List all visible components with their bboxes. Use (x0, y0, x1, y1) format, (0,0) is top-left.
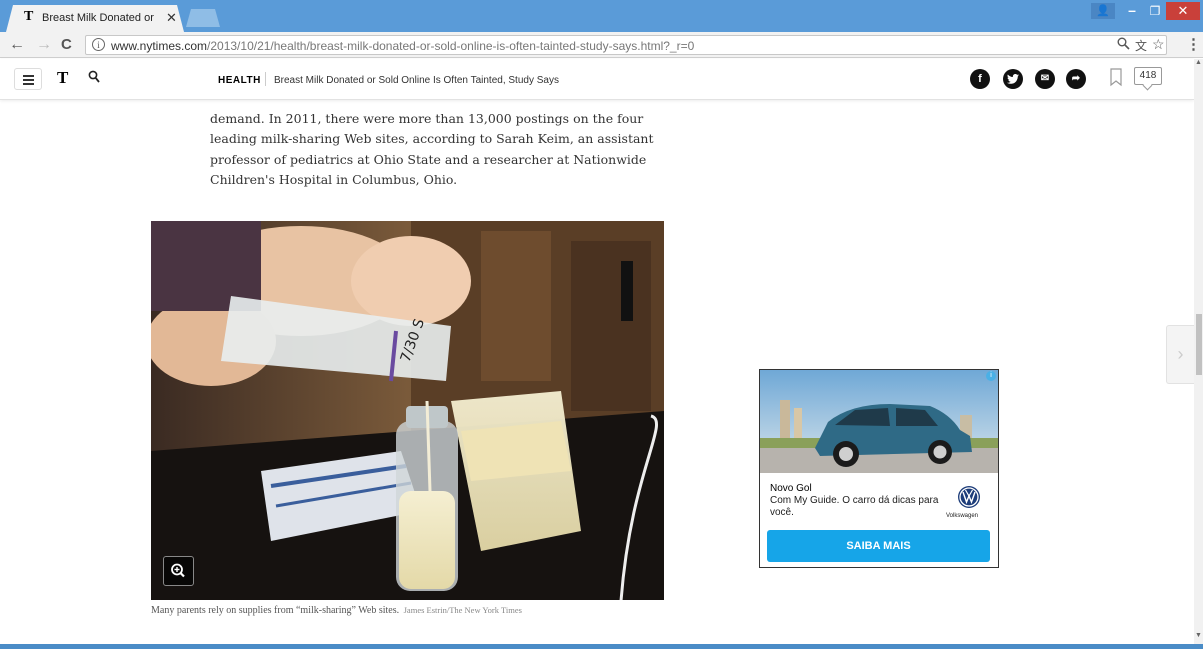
scrollbar-thumb[interactable] (1196, 314, 1202, 375)
nyt-favicon-icon: T (24, 9, 34, 24)
nyt-logo[interactable]: T (57, 68, 68, 88)
photo-credit: James Estrin/The New York Times (403, 605, 522, 615)
ad-brand-name: Volkswagen (946, 513, 979, 519)
url-text[interactable]: www.nytimes.com/2013/10/21/health/breast… (111, 39, 694, 53)
sections-menu-button[interactable] (14, 68, 42, 90)
browser-titlebar: T Breast Milk Donated or S ✕ 👤 – ❐ ✕ (0, 0, 1203, 32)
tab-title: Breast Milk Donated or S (42, 12, 156, 24)
zoom-icon[interactable] (1117, 37, 1130, 53)
translate-icon[interactable]: 文 (1135, 37, 1147, 54)
next-article-arrow[interactable]: › (1166, 325, 1194, 384)
article-paragraph: … … … … … … … … … … … … demand. In 2011,… (210, 88, 665, 191)
browser-tab-active[interactable]: T Breast Milk Donated or S ✕ (6, 5, 184, 32)
save-bookmark-icon[interactable] (1109, 68, 1123, 87)
user-profile-icon[interactable]: 👤 (1091, 3, 1115, 19)
site-info-icon[interactable]: i (92, 38, 105, 51)
url-domain: www.nytimes.com (111, 39, 208, 53)
search-icon[interactable] (88, 70, 100, 86)
forward-button[interactable]: → (36, 36, 52, 54)
ad-cta-button[interactable]: SAIBA MAIS (767, 530, 990, 562)
enlarge-photo-button[interactable] (163, 556, 194, 586)
advertisement[interactable]: i Novo Gol Com My Guide. O carro dá dica… (759, 369, 999, 568)
header-divider (265, 72, 266, 86)
ad-title: Novo Gol (770, 483, 812, 494)
bookmark-star-icon[interactable]: ☆ (1152, 36, 1165, 53)
paragraph-text: demand. In 2011, there were more than 13… (210, 110, 654, 188)
minimize-button[interactable]: – (1120, 2, 1144, 20)
reload-button[interactable]: C (61, 36, 72, 54)
os-taskbar-edge (0, 644, 1203, 649)
photo-caption: Many parents rely on supplies from “milk… (151, 605, 522, 616)
email-icon[interactable]: ✉ (1035, 69, 1055, 89)
article-photo[interactable]: 7/30 S (151, 221, 664, 600)
twitter-icon[interactable] (1003, 69, 1023, 89)
new-tab-button[interactable] (186, 9, 220, 27)
ad-description: Com My Guide. O carro dá dicas para você… (770, 495, 939, 518)
facebook-icon[interactable]: f (970, 69, 990, 89)
ad-car-image[interactable] (760, 370, 998, 473)
share-more-icon[interactable]: ➦ (1066, 69, 1086, 89)
close-window-button[interactable]: ✕ (1166, 2, 1200, 20)
header-article-title: Breast Milk Donated or Sold Online Is Of… (274, 75, 559, 86)
maximize-button[interactable]: ❐ (1144, 2, 1166, 20)
chrome-menu-icon[interactable]: ⋮ (1186, 35, 1201, 53)
volkswagen-logo-icon (957, 485, 981, 509)
ad-choices-icon[interactable]: i (986, 371, 996, 381)
address-bar[interactable]: i www.nytimes.com/2013/10/21/health/brea… (85, 35, 1167, 55)
caption-text: Many parents rely on supplies from “milk… (151, 605, 400, 616)
browser-toolbar: ← → C i www.nytimes.com/2013/10/21/healt… (0, 32, 1203, 58)
scroll-up-arrow-icon[interactable]: ▲ (1195, 59, 1202, 66)
scroll-down-arrow-icon[interactable]: ▼ (1195, 632, 1202, 639)
section-label[interactable]: HEALTH (218, 75, 261, 86)
back-button[interactable]: ← (9, 36, 25, 54)
comments-count-badge[interactable]: 418 (1134, 67, 1162, 85)
url-path: /2013/10/21/health/breast-milk-donated-o… (207, 39, 695, 53)
tab-close-icon[interactable]: ✕ (166, 10, 177, 26)
